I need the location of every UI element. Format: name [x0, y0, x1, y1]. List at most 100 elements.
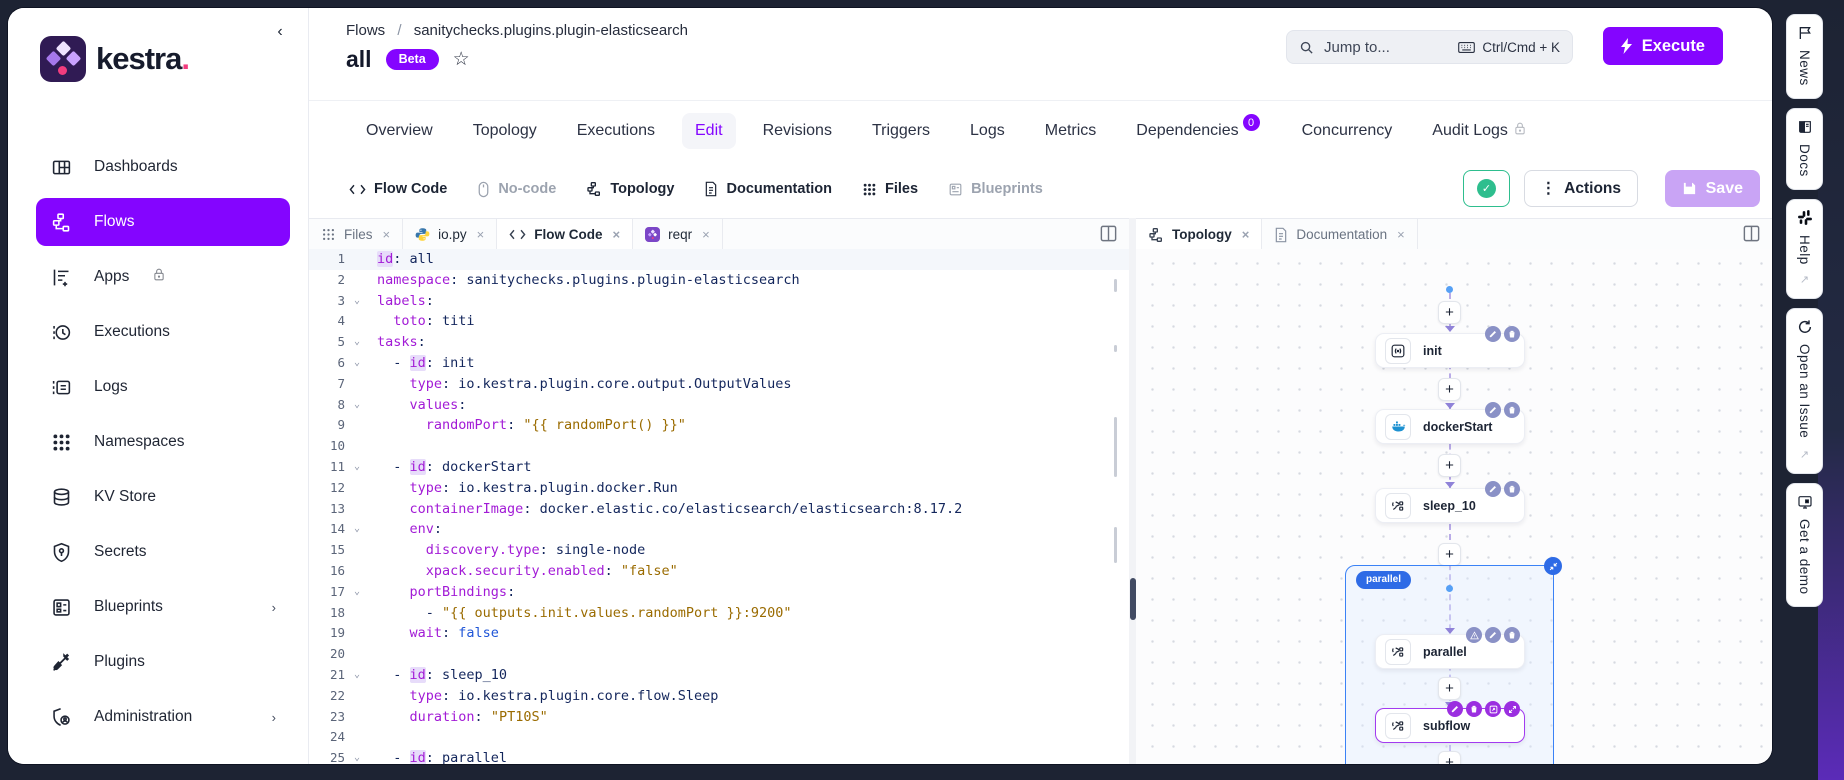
code-line[interactable]: 5⌄tasks:	[309, 332, 1129, 353]
code-line[interactable]: 16 xpack.security.enabled: "false"	[309, 561, 1129, 582]
editor-tab-documentation[interactable]: Documentation×	[1262, 219, 1417, 250]
sidebar-item-flows[interactable]: Flows	[36, 198, 290, 246]
code-line[interactable]: 13 containerImage: docker.elastic.co/ela…	[309, 499, 1129, 520]
editor-tab-files[interactable]: Files×	[309, 219, 403, 250]
task-node-init[interactable]: init	[1375, 333, 1525, 368]
split-panel-icon[interactable]	[1742, 224, 1762, 244]
rail-item-open-an-issue[interactable]: Open an Issue↗	[1786, 308, 1823, 473]
fold-chevron-icon[interactable]: ⌄	[345, 332, 369, 353]
rail-item-get-a-demo[interactable]: Get a demo	[1786, 483, 1823, 608]
view-switch-blueprints[interactable]: Blueprints	[948, 181, 1043, 197]
breadcrumb-namespace[interactable]: sanitychecks.plugins.plugin-elasticsearc…	[414, 22, 688, 39]
close-tab-icon[interactable]: ×	[702, 227, 710, 242]
code-line[interactable]: 9 randomPort: "{{ randomPort() }}"	[309, 415, 1129, 436]
code-line[interactable]: 24	[309, 727, 1129, 748]
code-line[interactable]: 19 wait: false	[309, 623, 1129, 644]
delete-node-icon[interactable]	[1504, 627, 1520, 643]
edit-node-icon[interactable]	[1485, 481, 1501, 497]
fold-chevron-icon[interactable]: ⌄	[345, 395, 369, 416]
breadcrumb-root[interactable]: Flows	[346, 22, 385, 39]
sidebar-item-plugins[interactable]: Plugins	[36, 638, 290, 686]
fold-chevron-icon[interactable]: ⌄	[345, 748, 369, 764]
view-switch-no-code[interactable]: No-code	[477, 181, 556, 198]
rail-item-docs[interactable]: Docs	[1786, 108, 1823, 190]
close-tab-icon[interactable]: ×	[1242, 227, 1250, 242]
tab-audit-logs[interactable]: Audit Logs	[1419, 113, 1539, 149]
delete-node-icon[interactable]	[1504, 402, 1520, 418]
code-line[interactable]: 10	[309, 436, 1129, 457]
execute-button[interactable]: Execute	[1603, 27, 1723, 65]
editor-tab-topology[interactable]: Topology×	[1136, 219, 1262, 250]
add-task-button[interactable]: +	[1438, 677, 1461, 700]
code-line[interactable]: 20	[309, 644, 1129, 665]
sidebar-item-logs[interactable]: Logs	[36, 363, 290, 411]
edit-node-icon[interactable]	[1485, 402, 1501, 418]
warning-node-icon[interactable]	[1466, 627, 1482, 643]
view-switch-files[interactable]: Files	[862, 181, 918, 197]
sidebar-item-administration[interactable]: Administration›	[36, 693, 290, 741]
code-line[interactable]: 25⌄ - id: parallel	[309, 748, 1129, 764]
editor-tab-io-py[interactable]: io.py×	[403, 219, 497, 250]
expand-subflow-icon[interactable]	[1504, 701, 1520, 717]
tab-revisions[interactable]: Revisions	[750, 113, 845, 149]
tab-overview[interactable]: Overview	[353, 113, 446, 149]
add-task-button[interactable]: +	[1438, 301, 1461, 324]
tab-triggers[interactable]: Triggers	[859, 113, 943, 149]
scrollbar-thumb[interactable]	[1130, 578, 1136, 620]
fold-chevron-icon[interactable]: ⌄	[345, 519, 369, 540]
view-switch-documentation[interactable]: Documentation	[704, 181, 832, 197]
tab-topology[interactable]: Topology	[460, 113, 550, 149]
fold-chevron-icon[interactable]: ⌄	[345, 353, 369, 374]
tab-executions[interactable]: Executions	[564, 113, 668, 149]
close-tab-icon[interactable]: ×	[612, 227, 620, 242]
rail-item-news[interactable]: News	[1786, 14, 1823, 99]
sidebar-item-settings[interactable]: Settings	[36, 748, 290, 764]
jump-to-search[interactable]: Jump to... Ctrl/Cmd + K	[1286, 30, 1573, 64]
sidebar-item-secrets[interactable]: Secrets	[36, 528, 290, 576]
code-line[interactable]: 14⌄ env:	[309, 519, 1129, 540]
collapse-cluster-icon[interactable]	[1544, 557, 1562, 575]
sidebar-item-apps[interactable]: Apps	[36, 253, 290, 301]
code-line[interactable]: 15 discovery.type: single-node	[309, 540, 1129, 561]
panel-resize-handle[interactable]	[1129, 218, 1136, 764]
sidebar-collapse-button[interactable]: ‹	[268, 20, 292, 44]
code-line[interactable]: 6⌄ - id: init	[309, 353, 1129, 374]
code-line[interactable]: 2namespace: sanitychecks.plugins.plugin-…	[309, 270, 1129, 291]
code-line[interactable]: 1id: all	[309, 249, 1129, 270]
actions-button[interactable]: ⋮ Actions	[1524, 170, 1638, 207]
sidebar-item-blueprints[interactable]: Blueprints›	[36, 583, 290, 631]
sidebar-item-kv-store[interactable]: KV Store	[36, 473, 290, 521]
breadcrumb[interactable]: Flows / sanitychecks.plugins.plugin-elas…	[346, 22, 688, 39]
delete-node-icon[interactable]	[1504, 481, 1520, 497]
add-task-button[interactable]: +	[1438, 454, 1461, 477]
topology-canvas[interactable]: + init +	[1136, 249, 1772, 764]
tab-concurrency[interactable]: Concurrency	[1289, 113, 1406, 149]
code-line[interactable]: 11⌄ - id: dockerStart	[309, 457, 1129, 478]
code-line[interactable]: 4 toto: titi	[309, 311, 1129, 332]
add-task-button[interactable]: +	[1438, 543, 1461, 566]
sidebar-item-namespaces[interactable]: Namespaces	[36, 418, 290, 466]
tab-dependencies[interactable]: Dependencies0	[1123, 113, 1274, 149]
fold-chevron-icon[interactable]: ⌄	[345, 665, 369, 686]
edit-node-icon[interactable]	[1485, 627, 1501, 643]
code-line[interactable]: 18 - "{{ outputs.init.values.randomPort …	[309, 603, 1129, 624]
code-line[interactable]: 21⌄ - id: sleep_10	[309, 665, 1129, 686]
task-node-sleep10[interactable]: sleep_10	[1375, 488, 1525, 523]
favorite-star-icon[interactable]: ☆	[453, 48, 470, 71]
tab-edit[interactable]: Edit	[682, 113, 736, 149]
validation-status-button[interactable]: ✓	[1463, 170, 1510, 207]
save-button[interactable]: Save	[1665, 170, 1760, 207]
sidebar-item-executions[interactable]: Executions	[36, 308, 290, 356]
yaml-editor[interactable]: 1id: all2namespace: sanitychecks.plugins…	[309, 249, 1129, 764]
code-line[interactable]: 7 type: io.kestra.plugin.core.output.Out…	[309, 374, 1129, 395]
add-task-button[interactable]: +	[1438, 378, 1461, 401]
editor-tab-flow-code[interactable]: Flow Code×	[497, 219, 633, 250]
edit-node-icon[interactable]	[1447, 701, 1463, 717]
fold-chevron-icon[interactable]: ⌄	[345, 457, 369, 478]
task-node-parallel[interactable]: parallel	[1375, 634, 1525, 669]
code-line[interactable]: 3⌄labels:	[309, 291, 1129, 312]
kestra-logo[interactable]: kestra.	[40, 36, 189, 82]
code-line[interactable]: 17⌄ portBindings:	[309, 582, 1129, 603]
delete-node-icon[interactable]	[1466, 701, 1482, 717]
open-editor-icon[interactable]	[1485, 701, 1501, 717]
